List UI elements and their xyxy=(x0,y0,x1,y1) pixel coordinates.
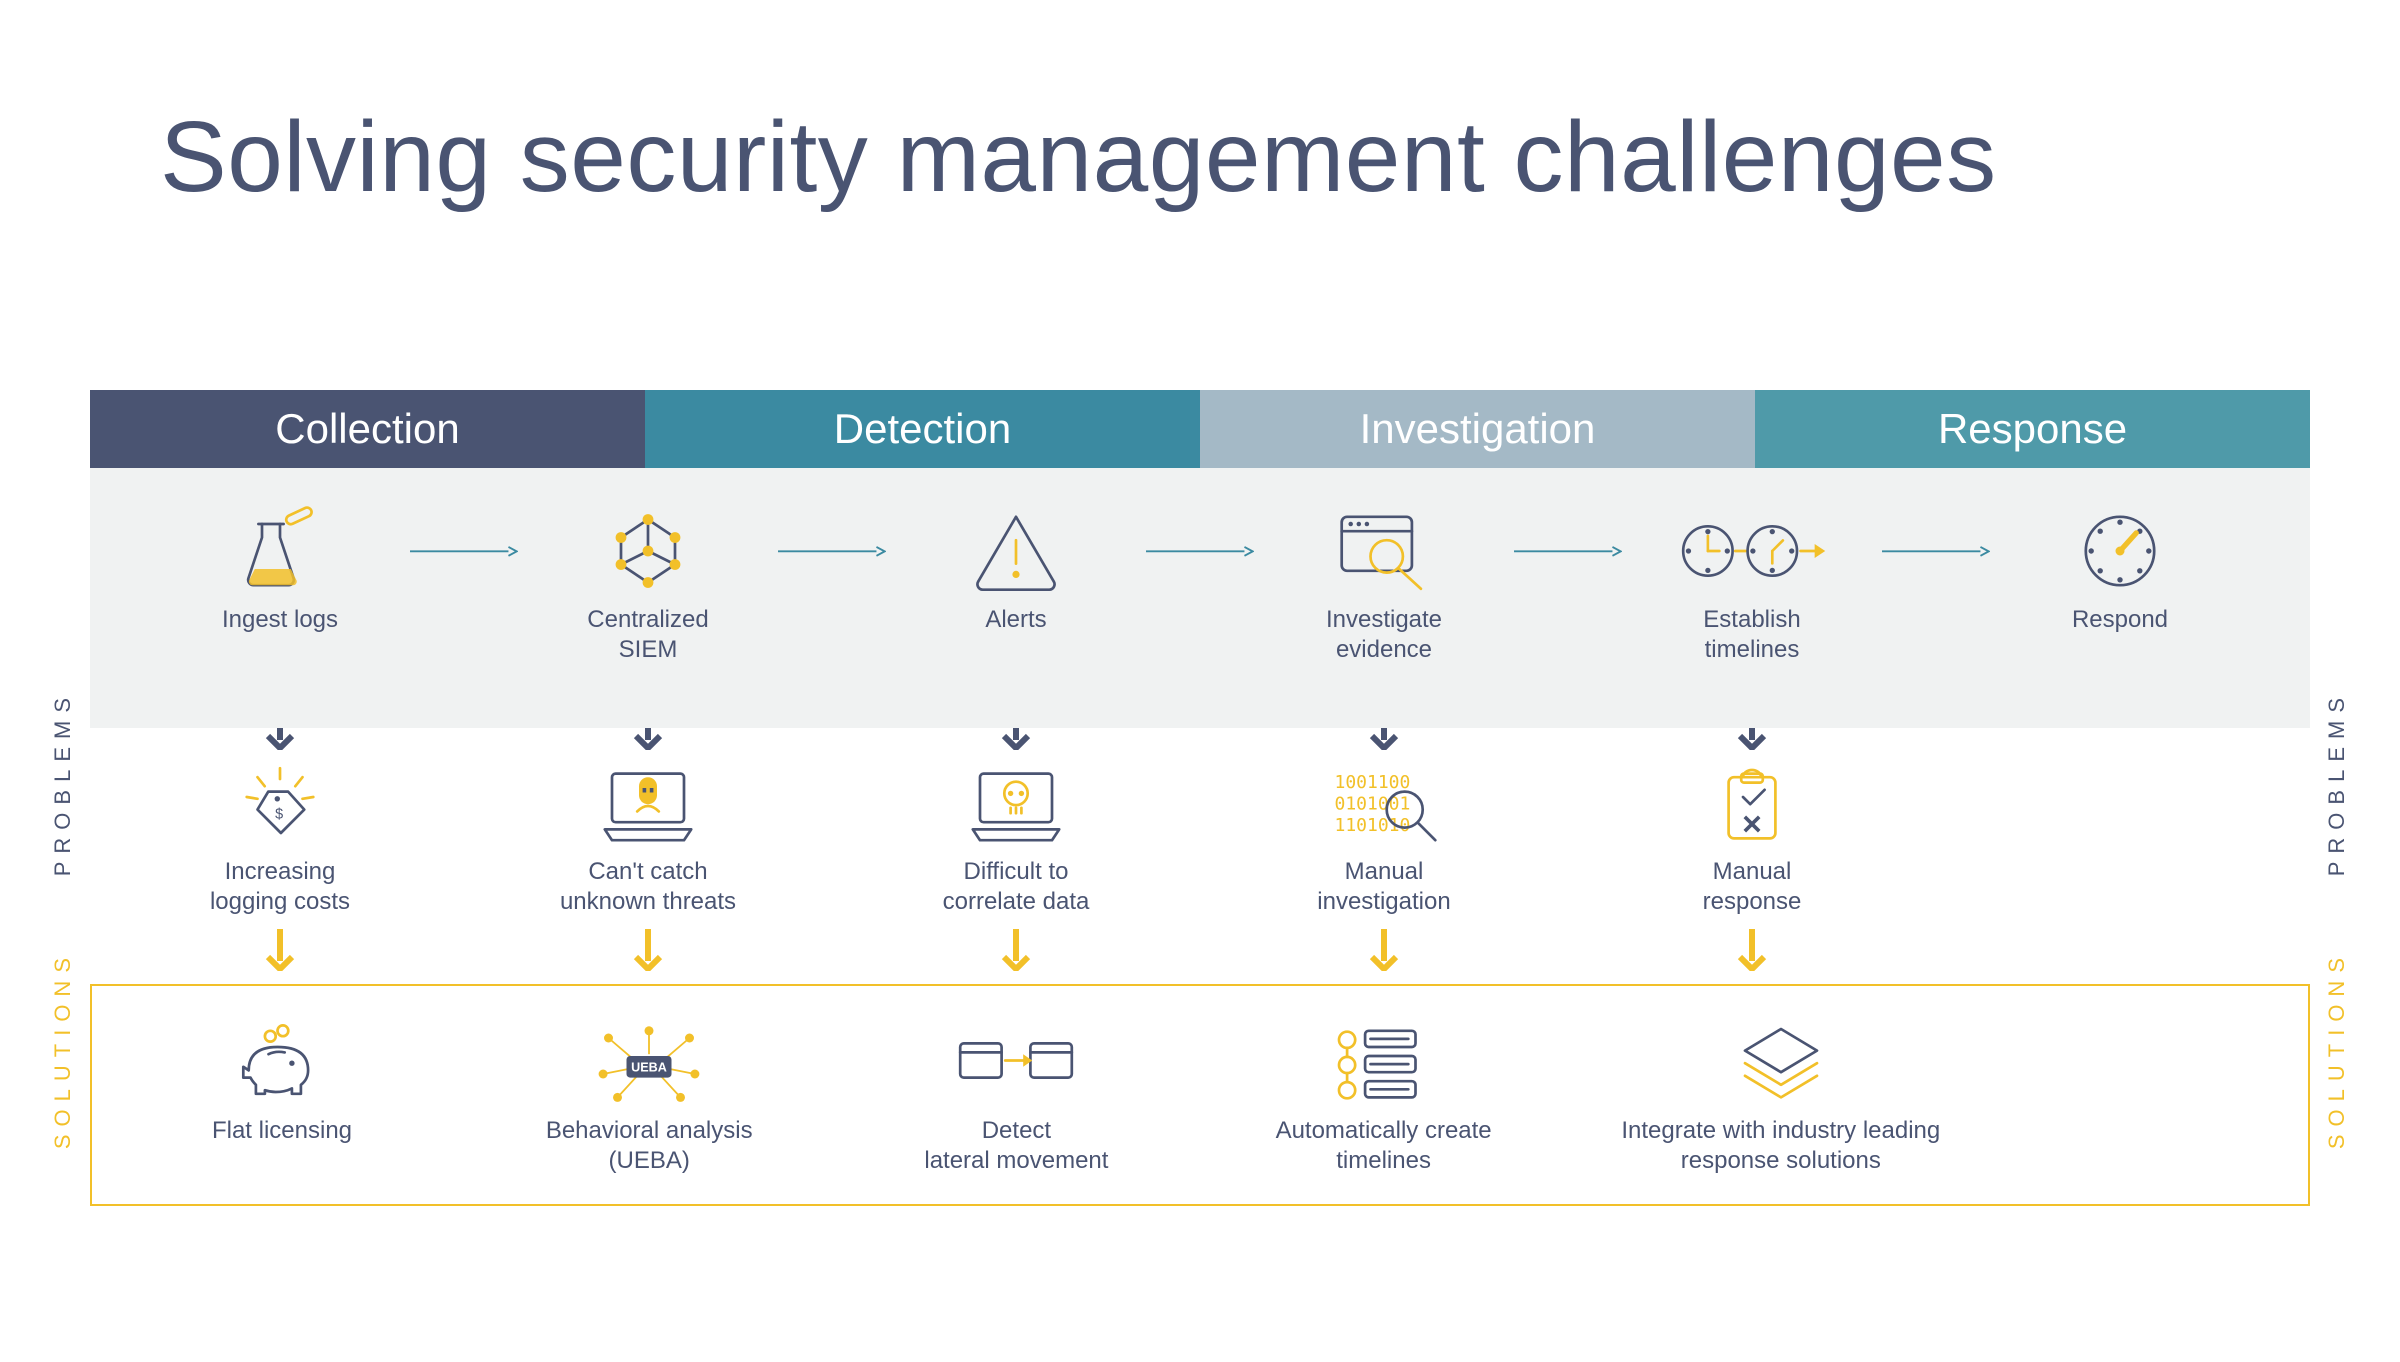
problem-manual: 1001100 0101001 1101010 Manualinvestigat… xyxy=(1254,761,1514,917)
flow-evidence-label: Investigateevidence xyxy=(1254,605,1514,665)
solutions-side-label-left: SOLUTIONS xyxy=(50,950,76,1149)
flow-siem-label: CentralizedSIEM xyxy=(518,605,778,665)
flow-ingest-label: Ingest logs xyxy=(150,605,410,635)
phase-investigation: Investigation xyxy=(1200,390,1755,468)
page-title: Solving security management challenges xyxy=(160,100,1997,215)
ueba-icon: UEBA xyxy=(519,1020,779,1110)
ueba-badge-text: UEBA xyxy=(631,1060,667,1074)
laptop-hacker-icon xyxy=(518,761,778,851)
problem-resp-label: Manualresponse xyxy=(1622,857,1882,917)
problems-row: $ Increasinglogging costs Can't catchunk… xyxy=(90,761,2310,917)
solution-auto-label: Automatically createtimelines xyxy=(1254,1116,1514,1176)
problem-corr-label: Difficult tocorrelate data xyxy=(886,857,1146,917)
flow-respond-label: Respond xyxy=(1990,605,2250,635)
piggy-bank-icon xyxy=(152,1020,412,1110)
solution-ueba-label: Behavioral analysis(UEBA) xyxy=(519,1116,779,1176)
layers-icon xyxy=(1621,1020,1941,1110)
flow-alerts: Alerts xyxy=(886,503,1146,635)
arrow-right-icon xyxy=(778,503,886,599)
problem-corr: Difficult tocorrelate data xyxy=(886,761,1146,917)
flow-ingest: Ingest logs xyxy=(150,503,410,635)
flow-strip: Ingest logs CentralizedS xyxy=(90,468,2310,728)
timeline-list-icon xyxy=(1254,1020,1514,1110)
arrow-down-icon xyxy=(1000,927,1032,976)
gauge-icon xyxy=(1990,503,2250,599)
molecule-icon xyxy=(518,503,778,599)
problem-catch: Can't catchunknown threats xyxy=(518,761,778,917)
solution-integrate-label: Integrate with industry leadingresponse … xyxy=(1621,1116,1941,1176)
problem-resp: Manualresponse xyxy=(1622,761,1882,917)
phase-response: Response xyxy=(1755,390,2310,468)
svg-text:0101001: 0101001 xyxy=(1335,794,1411,815)
warning-icon xyxy=(886,503,1146,599)
flask-icon xyxy=(150,503,410,599)
solution-lateral: Detectlateral movement xyxy=(886,1020,1146,1176)
solutions-box: Flat licensing UEBA Behavioral analysis(… xyxy=(90,984,2310,1206)
flow-siem: CentralizedSIEM xyxy=(518,503,778,665)
solution-integrate: Integrate with industry leadingresponse … xyxy=(1621,1020,1941,1176)
solution-lateral-label: Detectlateral movement xyxy=(886,1116,1146,1176)
problem-cost: $ Increasinglogging costs xyxy=(150,761,410,917)
flow-timelines: Establishtimelines xyxy=(1622,503,1882,665)
phase-header-row: Collection Detection Investigation Respo… xyxy=(90,390,2310,468)
phase-detection: Detection xyxy=(645,390,1200,468)
solution-ueba: UEBA Behavioral analysis(UEBA) xyxy=(519,1020,779,1176)
svg-text:1001100: 1001100 xyxy=(1335,772,1411,793)
arrow-right-icon xyxy=(1882,503,1990,599)
arrow-right-icon xyxy=(1514,503,1622,599)
problems-side-label-right: PROBLEMS xyxy=(2324,690,2350,876)
arrow-down-icon xyxy=(264,927,296,976)
diagram: Collection Detection Investigation Respo… xyxy=(90,390,2310,1206)
arrow-right-icon xyxy=(1146,503,1254,599)
arrow-right-icon xyxy=(410,503,518,599)
solution-flat: Flat licensing xyxy=(152,1020,412,1176)
clipboard-x-icon xyxy=(1622,761,1882,851)
problem-manual-label: Manualinvestigation xyxy=(1254,857,1514,917)
flow-alerts-label: Alerts xyxy=(886,605,1146,635)
arrow-down-icon xyxy=(632,927,664,976)
svg-text:$: $ xyxy=(275,807,283,823)
clocks-icon xyxy=(1622,503,1882,599)
flow-evidence: Investigateevidence xyxy=(1254,503,1514,665)
arrow-down-icon xyxy=(1736,927,1768,976)
laptop-skull-icon xyxy=(886,761,1146,851)
problem-cost-label: Increasinglogging costs xyxy=(150,857,410,917)
price-tag-icon: $ xyxy=(150,761,410,851)
flow-respond: Respond xyxy=(1990,503,2250,635)
down-arrows-to-solutions xyxy=(90,927,2310,976)
arrow-down-icon xyxy=(1368,927,1400,976)
problem-catch-label: Can't catchunknown threats xyxy=(518,857,778,917)
binary-search-icon: 1001100 0101001 1101010 xyxy=(1254,761,1514,851)
flow-timelines-label: Establishtimelines xyxy=(1622,605,1882,665)
windows-sync-icon xyxy=(886,1020,1146,1110)
solutions-row: Flat licensing UEBA Behavioral analysis(… xyxy=(92,1020,2308,1176)
browser-search-icon xyxy=(1254,503,1514,599)
solution-flat-label: Flat licensing xyxy=(152,1116,412,1146)
problems-side-label-left: PROBLEMS xyxy=(50,690,76,876)
solution-auto: Automatically createtimelines xyxy=(1254,1020,1514,1176)
phase-collection: Collection xyxy=(90,390,645,468)
solutions-side-label-right: SOLUTIONS xyxy=(2324,950,2350,1149)
